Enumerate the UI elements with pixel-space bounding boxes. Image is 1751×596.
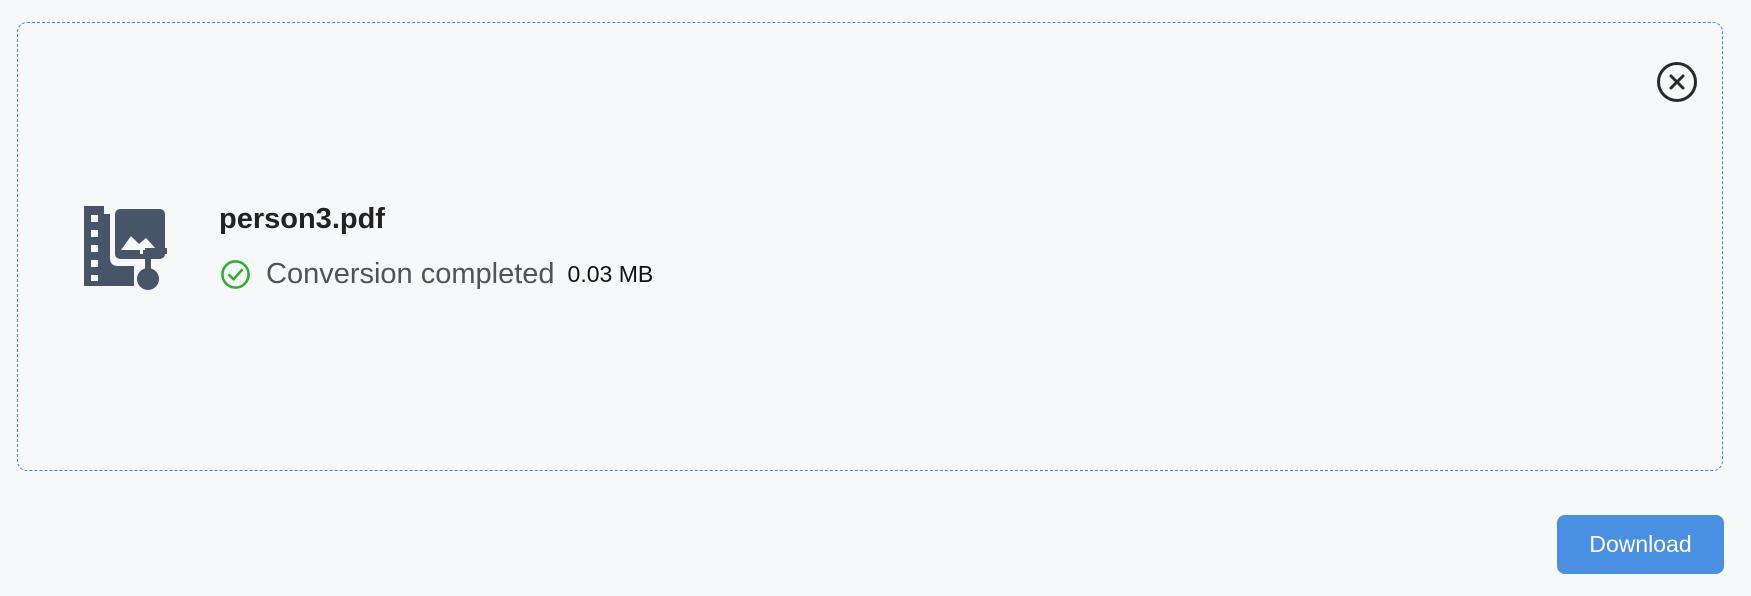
download-button[interactable]: Download xyxy=(1557,515,1724,574)
remove-file-button[interactable] xyxy=(1657,62,1697,102)
status-text: Conversion completed xyxy=(266,258,555,290)
file-card xyxy=(17,22,1723,471)
file-name: person3.pdf xyxy=(219,203,385,235)
close-circle-icon xyxy=(1657,62,1697,102)
photo-film-music-icon xyxy=(84,206,168,290)
file-size: 0.03 MB xyxy=(567,261,654,287)
converter-page: person3.pdf Conversion completed 0.03 MB… xyxy=(0,0,1751,596)
conversion-status: Conversion completed 0.03 MB xyxy=(220,256,653,292)
check-circle-icon xyxy=(221,259,250,289)
